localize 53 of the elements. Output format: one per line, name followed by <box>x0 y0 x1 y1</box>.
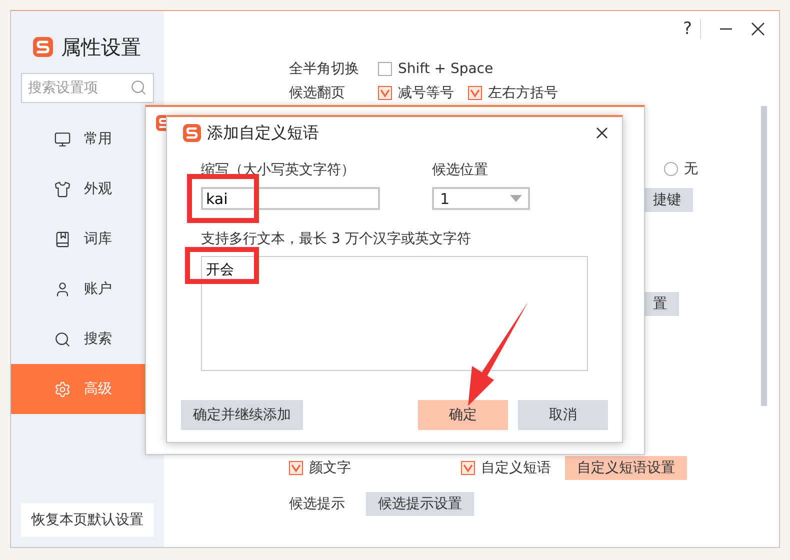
option-label: 无 <box>684 160 698 178</box>
logo-icon <box>183 124 201 142</box>
dialog-title: 添加自定义短语 <box>207 122 319 144</box>
position-dropdown[interactable]: 1 <box>432 187 530 210</box>
sidebar-item[interactable]: 词库 <box>11 214 147 264</box>
caret-icon <box>510 195 522 202</box>
sidebar-item[interactable]: 外观 <box>11 164 147 214</box>
gear-icon <box>54 380 71 398</box>
close-button[interactable] <box>751 22 765 36</box>
checkbox[interactable] <box>468 86 482 100</box>
shirt-icon <box>54 180 71 198</box>
minimize-button[interactable] <box>719 28 733 30</box>
logo-icon <box>33 37 53 57</box>
field-label: 候选位置 <box>432 161 489 179</box>
sidebar-item[interactable]: 账户 <box>11 264 147 314</box>
sidebar-item[interactable]: 常用 <box>11 114 147 164</box>
close-icon <box>751 22 765 36</box>
field-label: 支持多行文本，最长 3 万个汉字或英文字符 <box>201 230 472 248</box>
checkbox[interactable] <box>289 461 303 475</box>
radio-button[interactable] <box>664 162 678 176</box>
dialog-button[interactable]: 确定并继续添加 <box>181 400 303 430</box>
dialog-button[interactable]: 确定 <box>418 400 508 430</box>
checkbox[interactable] <box>378 62 392 76</box>
user-icon <box>54 280 71 298</box>
book-icon <box>54 230 71 248</box>
phrase-text-area[interactable]: 开会 <box>201 256 588 371</box>
settings-button[interactable]: 自定义短语设置 <box>565 456 687 480</box>
highlight-frame <box>187 174 259 223</box>
help-button[interactable]: ? <box>674 19 701 39</box>
minimize-icon <box>719 28 733 30</box>
monitor-icon <box>54 130 71 148</box>
close-button[interactable] <box>596 127 608 139</box>
option-label: 颜文字 <box>309 459 351 477</box>
option-label: 自定义短语 <box>481 459 551 477</box>
window-title: 属性设置 <box>61 34 141 60</box>
search-field[interactable]: 搜索设置项 <box>21 73 154 103</box>
checkbox[interactable] <box>378 86 392 100</box>
scrollbar[interactable] <box>761 106 767 406</box>
reset-button[interactable]: 恢复本页默认设置 <box>21 503 154 537</box>
abbreviation-field[interactable]: kai <box>201 187 380 210</box>
option-label: 减号等号 <box>398 84 454 102</box>
dialog-button[interactable]: 取消 <box>518 400 608 430</box>
sidebar-item[interactable]: 搜索 <box>11 314 147 364</box>
search-icon <box>54 330 71 348</box>
checkbox[interactable] <box>461 461 475 475</box>
close-icon <box>596 127 608 139</box>
settings-button[interactable]: 候选提示设置 <box>366 492 474 516</box>
search-icon <box>130 79 147 96</box>
option-label: Shift + Space <box>398 61 494 77</box>
setting-label: 全半角切换 <box>289 60 360 78</box>
setting-label: 候选翻页 <box>289 84 346 102</box>
option-label: 左右方括号 <box>488 84 558 102</box>
setting-label: 候选提示 <box>289 495 346 513</box>
